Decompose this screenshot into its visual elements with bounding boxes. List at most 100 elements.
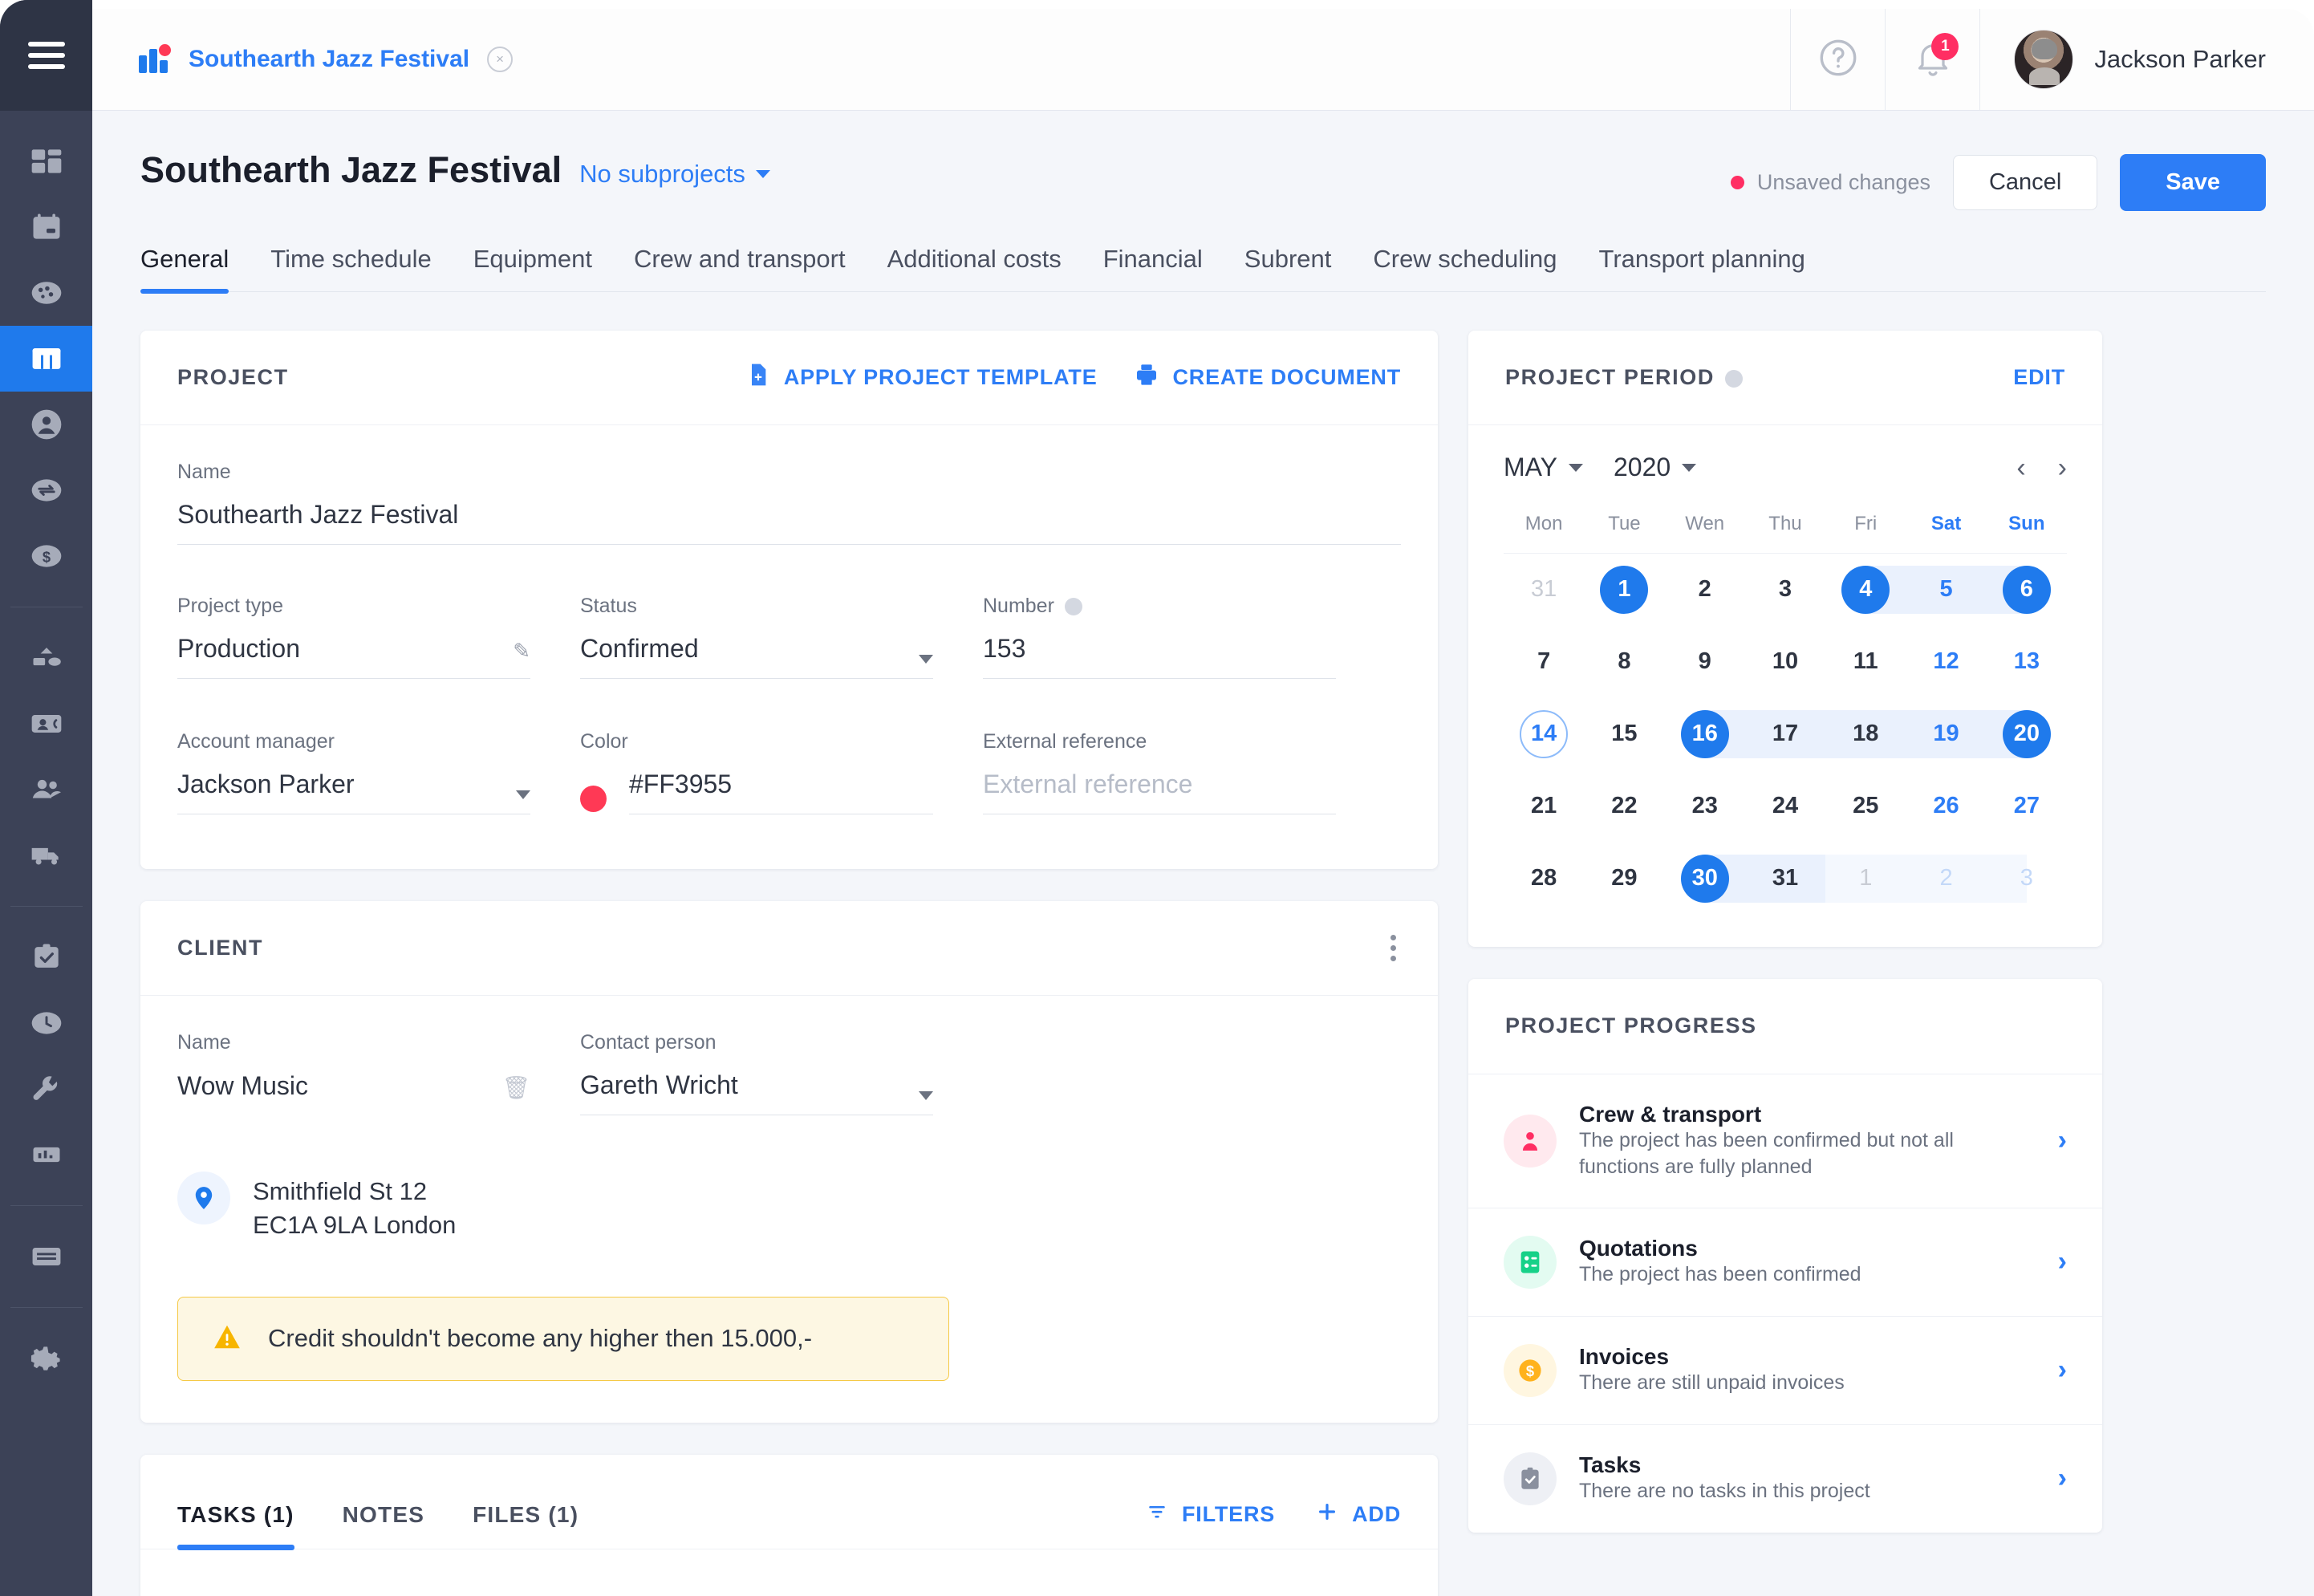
sidebar-menu-button[interactable] [0,0,92,111]
hamburger-icon[interactable] [27,42,65,69]
calendar-day-1[interactable]: 1 [1600,565,1649,614]
sidebar-item-palette[interactable] [0,260,92,326]
progress-row-quotations[interactable]: Quotations The project has been confirmed… [1468,1207,2102,1316]
progress-row-invoices[interactable]: $ Invoices There are still unpaid invoices… [1468,1315,2102,1424]
calendar-day-30[interactable]: 30 [1680,854,1729,903]
sidebar-item-exchange[interactable] [0,457,92,523]
calendar-day-17[interactable]: 17 [1761,710,1809,758]
calendar-day-2[interactable]: 2 [1922,855,1971,903]
account-manager-select[interactable]: Jackson Parker [177,770,530,814]
close-icon[interactable]: × [487,47,514,72]
tab-time-schedule[interactable]: Time schedule [250,245,452,291]
chevron-right-icon[interactable]: › [2058,1354,2067,1386]
browser-tab-project[interactable]: Southearth Jazz Festival × [92,9,546,110]
calendar-day-14[interactable]: 14 [1520,709,1569,758]
calendar-day-5[interactable]: 5 [1922,566,1971,614]
progress-row-tasks[interactable]: Tasks There are no tasks in this project › [1468,1423,2102,1533]
calendar-day-3[interactable]: 3 [2003,855,2051,903]
add-button[interactable]: ADD [1315,1500,1401,1529]
sidebar-item-transport[interactable] [0,822,92,888]
calendar-day-2[interactable]: 2 [1681,566,1729,614]
calendar-day-21[interactable]: 21 [1520,782,1568,830]
calendar-day-19[interactable]: 19 [1922,710,1971,758]
chevron-right-icon[interactable]: › [2058,1246,2067,1277]
info-icon[interactable] [1724,369,1743,388]
month-select[interactable]: MAY [1504,453,1583,482]
calendar-day-29[interactable]: 29 [1600,855,1648,903]
calendar-day-11[interactable]: 11 [1841,638,1890,686]
calendar-day-24[interactable]: 24 [1761,782,1809,830]
sidebar-item-people[interactable] [0,757,92,822]
chevron-right-icon[interactable]: › [2058,1463,2067,1494]
calendar-day-28[interactable]: 28 [1520,855,1568,903]
sidebar-item-crew-card[interactable] [0,691,92,757]
trash-icon[interactable]: 🗑 [501,1074,530,1101]
tab-crew-and-transport[interactable]: Crew and transport [613,245,867,291]
chevron-right-icon[interactable]: › [2058,1125,2067,1156]
color-swatch[interactable] [580,786,607,812]
tab-files[interactable]: FILES (1) [449,1502,603,1549]
calendar-day-1[interactable]: 1 [1841,855,1890,903]
sidebar-item-contacts[interactable] [0,392,92,457]
sidebar-item-reports[interactable] [0,1122,92,1188]
info-icon[interactable] [1064,598,1082,616]
calendar-day-31[interactable]: 31 [1520,566,1568,614]
calendar-day-27[interactable]: 27 [2003,782,2051,830]
calendar-day-6[interactable]: 6 [2002,565,2051,614]
sidebar-item-calendar[interactable] [0,194,92,260]
cancel-button[interactable]: Cancel [1952,155,2098,210]
sidebar-item-maintenance[interactable] [0,1056,92,1122]
edit-period-button[interactable]: EDIT [2013,365,2065,390]
tab-additional-costs[interactable]: Additional costs [867,245,1082,291]
help-button[interactable] [1790,9,1885,110]
edit-pencil-icon[interactable]: ✎ [513,639,530,664]
progress-row-crew-transport[interactable]: Crew & transport The project has been con… [1468,1073,2102,1208]
calendar-day-31[interactable]: 31 [1761,855,1809,903]
calendar-day-10[interactable]: 10 [1761,638,1809,686]
calendar-day-3[interactable]: 3 [1761,566,1809,614]
prev-month-icon[interactable]: ‹ [2016,454,2025,481]
project-type-input[interactable]: Production ✎ [177,634,530,679]
next-month-icon[interactable]: › [2058,454,2067,481]
sidebar-item-settings[interactable] [0,1326,92,1391]
subprojects-dropdown[interactable]: No subprojects [579,160,770,189]
project-name-input[interactable]: Southearth Jazz Festival [177,500,1401,545]
notifications-button[interactable]: 1 [1885,9,1979,110]
calendar-day-13[interactable]: 13 [2003,638,2051,686]
number-input[interactable]: 153 [983,634,1336,679]
tab-equipment[interactable]: Equipment [453,245,613,291]
calendar-day-8[interactable]: 8 [1600,638,1648,686]
contact-person-select[interactable]: Gareth Wricht [580,1070,933,1115]
filters-button[interactable]: FILTERS [1145,1501,1275,1528]
tab-general[interactable]: General [140,245,250,294]
tab-notes[interactable]: NOTES [319,1502,449,1549]
sidebar-item-notes[interactable] [0,1224,92,1289]
calendar-day-7[interactable]: 7 [1520,638,1568,686]
calendar-day-15[interactable]: 15 [1600,710,1648,758]
calendar-day-20[interactable]: 20 [2002,709,2051,758]
sidebar-item-dashboard[interactable] [0,128,92,194]
user-menu[interactable]: Jackson Parker [1979,9,2314,110]
tab-transport-planning[interactable]: Transport planning [1578,245,1826,291]
calendar-day-16[interactable]: 16 [1680,709,1729,758]
sidebar-item-finance[interactable]: $ [0,523,92,589]
sidebar-item-equipment[interactable] [0,625,92,691]
tab-tasks[interactable]: TASKS (1) [177,1502,319,1550]
sidebar-item-timer[interactable] [0,990,92,1056]
calendar-day-22[interactable]: 22 [1600,782,1648,830]
tab-financial[interactable]: Financial [1082,245,1224,291]
year-select[interactable]: 2020 [1614,453,1697,482]
calendar-day-9[interactable]: 9 [1681,638,1729,686]
calendar-day-25[interactable]: 25 [1841,782,1890,830]
save-button[interactable]: Save [2120,154,2266,211]
sidebar-item-projects[interactable] [0,326,92,392]
sidebar-item-tasks[interactable] [0,924,92,990]
external-reference-input[interactable]: External reference [983,770,1336,814]
color-input[interactable]: #FF3955 [629,770,933,814]
calendar-day-12[interactable]: 12 [1922,638,1971,686]
apply-project-template-button[interactable]: APPLY PROJECT TEMPLATE [745,362,1098,393]
status-select[interactable]: Confirmed [580,634,933,679]
tab-subrent[interactable]: Subrent [1224,245,1353,291]
create-document-button[interactable]: CREATE DOCUMENT [1133,362,1402,393]
calendar-day-18[interactable]: 18 [1841,710,1890,758]
